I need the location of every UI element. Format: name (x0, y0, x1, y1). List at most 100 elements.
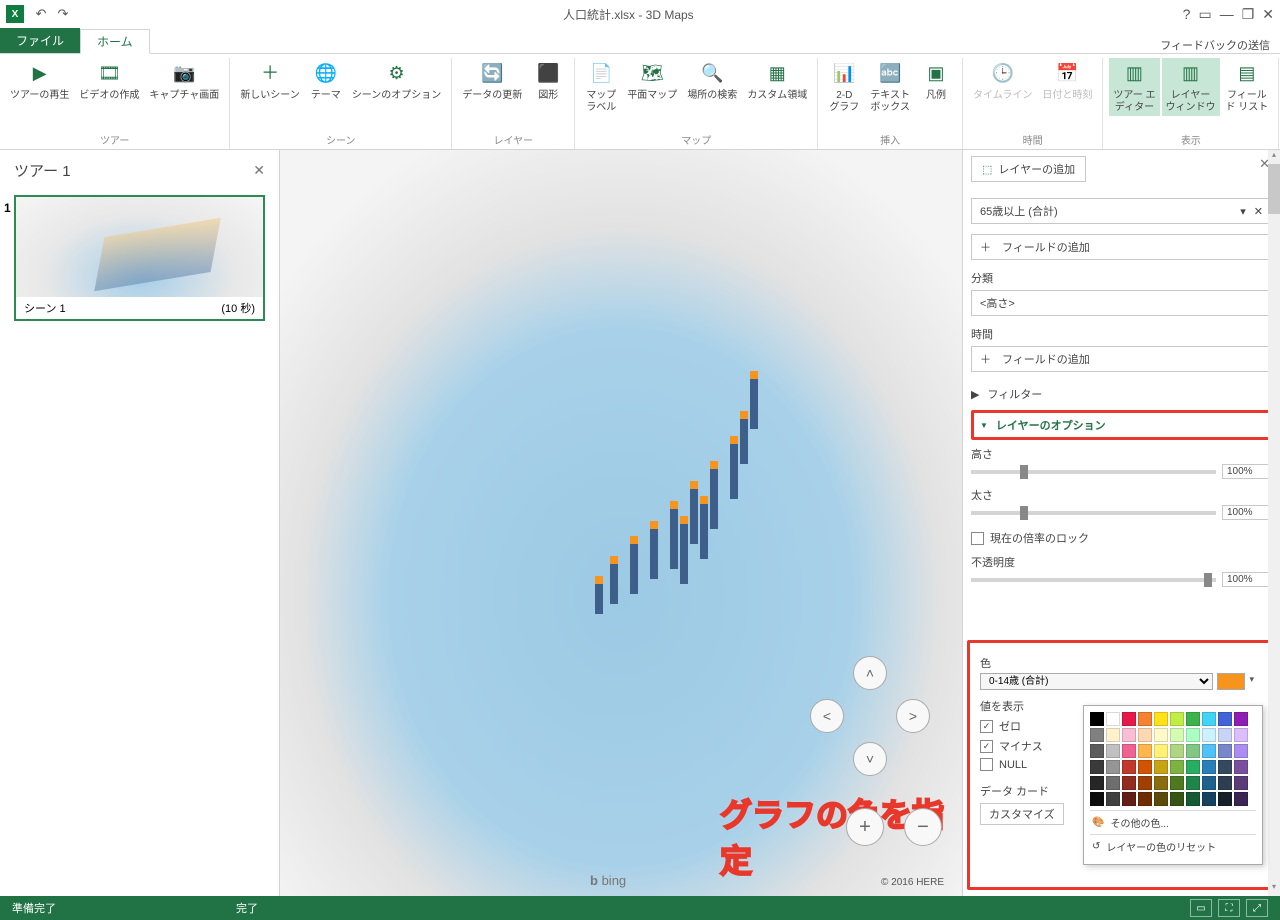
color-cell[interactable] (1170, 792, 1184, 806)
custom-region-button[interactable]: ▦カスタム領域 (743, 58, 811, 104)
color-cell[interactable] (1122, 744, 1136, 758)
color-cell[interactable] (1234, 712, 1248, 726)
color-cell[interactable] (1090, 776, 1104, 790)
more-colors-button[interactable]: 🎨その他の色... (1090, 810, 1256, 834)
minimize-button[interactable]: — (1220, 6, 1234, 22)
color-cell[interactable] (1186, 760, 1200, 774)
color-cell[interactable] (1106, 728, 1120, 742)
color-field-select[interactable]: 0-14歳 (合計) (980, 673, 1213, 690)
color-cell[interactable] (1122, 760, 1136, 774)
redo-button[interactable]: ↷ (52, 6, 74, 22)
color-cell[interactable] (1170, 744, 1184, 758)
color-cell[interactable] (1122, 728, 1136, 742)
flat-map-button[interactable]: 🗺平面マップ (623, 58, 681, 104)
height-slider[interactable] (971, 470, 1216, 474)
color-cell[interactable] (1218, 712, 1232, 726)
zoom-in-button[interactable]: + (846, 808, 884, 846)
find-location-button[interactable]: 🔍場所の検索 (683, 58, 741, 104)
color-cell[interactable] (1154, 744, 1168, 758)
tab-file[interactable]: ファイル (0, 28, 80, 53)
add-field-time[interactable]: ＋ フィールドの追加 (971, 346, 1272, 372)
chevron-down-icon[interactable]: ▾ (1240, 205, 1246, 218)
help-button[interactable]: ? (1183, 6, 1191, 22)
color-cell[interactable] (1122, 792, 1136, 806)
remove-field-icon[interactable]: ✕ (1254, 205, 1263, 218)
color-cell[interactable] (1234, 776, 1248, 790)
lock-scale-checkbox[interactable] (971, 532, 984, 545)
new-scene-button[interactable]: ＋新しいシーン (236, 58, 304, 104)
map-labels-button[interactable]: 📄マップ ラベル (581, 58, 621, 116)
color-cell[interactable] (1234, 792, 1248, 806)
color-cell[interactable] (1202, 792, 1216, 806)
statusbar-view2[interactable]: ⛶ (1218, 899, 1240, 917)
add-field-height[interactable]: ＋ フィールドの追加 (971, 234, 1272, 260)
filter-section[interactable]: ▶フィルター (971, 382, 1280, 406)
color-cell[interactable] (1106, 712, 1120, 726)
color-cell[interactable] (1170, 712, 1184, 726)
color-cell[interactable] (1202, 776, 1216, 790)
rotate-right-button[interactable]: ˃ (896, 699, 930, 733)
customize-button[interactable]: カスタマイズ (980, 803, 1064, 825)
create-video-button[interactable]: 🎞ビデオの作成 (75, 58, 143, 104)
tour-close-button[interactable]: ✕ (253, 162, 265, 179)
color-cell[interactable] (1154, 728, 1168, 742)
color-cell[interactable] (1154, 760, 1168, 774)
color-cell[interactable] (1090, 792, 1104, 806)
color-cell[interactable] (1138, 728, 1152, 742)
color-cell[interactable] (1154, 712, 1168, 726)
color-cell[interactable] (1122, 776, 1136, 790)
color-cell[interactable] (1138, 792, 1152, 806)
thickness-value[interactable]: 100% (1222, 505, 1272, 520)
color-cell[interactable] (1218, 760, 1232, 774)
color-cell[interactable] (1122, 712, 1136, 726)
legend-button[interactable]: ▣凡例 (916, 58, 956, 104)
tilt-down-button[interactable]: ˅ (853, 742, 887, 776)
restore-button[interactable]: ❐ (1242, 6, 1255, 23)
color-cell[interactable] (1090, 760, 1104, 774)
color-cell[interactable] (1106, 744, 1120, 758)
zero-checkbox[interactable]: ✓ (980, 720, 993, 733)
color-cell[interactable] (1202, 712, 1216, 726)
zoom-out-button[interactable]: − (904, 808, 942, 846)
color-cell[interactable] (1170, 728, 1184, 742)
color-cell[interactable] (1234, 728, 1248, 742)
color-cell[interactable] (1090, 744, 1104, 758)
color-cell[interactable] (1154, 776, 1168, 790)
color-cell[interactable] (1106, 792, 1120, 806)
color-cell[interactable] (1234, 760, 1248, 774)
undo-button[interactable]: ↶ (30, 6, 52, 22)
scene-thumbnail[interactable]: 1 シーン 1 (10 秒) (14, 195, 265, 321)
color-cell[interactable] (1202, 744, 1216, 758)
layer-options-section[interactable]: ▼レイヤーのオプション (971, 410, 1280, 440)
scene-options-button[interactable]: ⚙シーンのオプション (348, 58, 446, 104)
color-cell[interactable] (1202, 760, 1216, 774)
height-value[interactable]: 100% (1222, 464, 1272, 479)
2d-chart-button[interactable]: 📊2-D グラフ (824, 58, 864, 116)
color-cell[interactable] (1186, 744, 1200, 758)
theme-button[interactable]: 🌐テーマ (306, 58, 346, 104)
color-cell[interactable] (1186, 712, 1200, 726)
layer-window-button[interactable]: ▥レイヤー ウィンドウ (1162, 58, 1220, 116)
negative-checkbox[interactable]: ✓ (980, 740, 993, 753)
statusbar-view3[interactable]: ⤢ (1246, 899, 1268, 917)
color-cell[interactable] (1202, 728, 1216, 742)
height-field-row[interactable]: 65歳以上 (合計) ▾✕ (971, 198, 1272, 224)
color-cell[interactable] (1218, 744, 1232, 758)
opacity-value[interactable]: 100% (1222, 572, 1272, 587)
feedback-link[interactable]: フィードバックの送信 (1160, 37, 1270, 53)
null-checkbox[interactable] (980, 758, 993, 771)
add-layer-button[interactable]: ⬚ レイヤーの追加 (971, 156, 1086, 182)
color-cell[interactable] (1186, 792, 1200, 806)
refresh-data-button[interactable]: 🔄データの更新 (458, 58, 526, 104)
color-cell[interactable] (1218, 792, 1232, 806)
color-cell[interactable] (1218, 776, 1232, 790)
color-cell[interactable] (1218, 728, 1232, 742)
color-cell[interactable] (1186, 776, 1200, 790)
play-tour-button[interactable]: ▶ツアーの再生 (6, 58, 73, 104)
opacity-slider[interactable] (971, 578, 1216, 582)
ribbon-options-button[interactable]: ▭ (1198, 6, 1211, 23)
color-cell[interactable] (1138, 744, 1152, 758)
textbox-button[interactable]: 🔤テキスト ボックス (866, 58, 914, 116)
rotate-left-button[interactable]: ˂ (810, 699, 844, 733)
color-cell[interactable] (1170, 776, 1184, 790)
